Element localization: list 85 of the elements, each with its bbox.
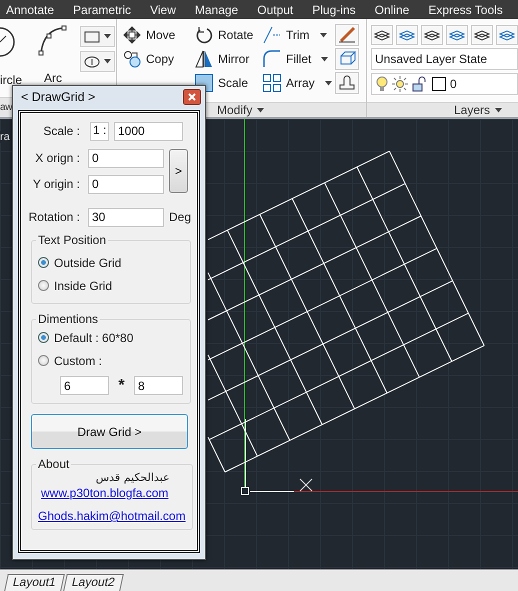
ribbon-tab[interactable]: Output xyxy=(257,2,294,16)
move-icon xyxy=(123,26,141,44)
input-field[interactable]: 6 xyxy=(60,376,109,395)
caret-icon[interactable] xyxy=(320,32,327,38)
input-field[interactable]: 0 xyxy=(88,148,164,168)
tool-button[interactable]: Mirror xyxy=(195,48,250,70)
layer-stack-icon[interactable] xyxy=(421,25,443,45)
radio-option[interactable]: Inside Grid xyxy=(38,274,184,297)
ribbon-tab[interactable]: Online xyxy=(374,2,410,16)
trim-icon xyxy=(263,26,281,44)
caret-icon[interactable] xyxy=(104,34,111,39)
tool-label[interactable]: ircle xyxy=(0,73,22,87)
x-mark-icon xyxy=(300,478,312,492)
input-field[interactable]: 30 xyxy=(88,208,164,226)
input-field[interactable]: 1000 xyxy=(114,122,183,140)
radio-button[interactable] xyxy=(38,280,49,291)
caret-icon[interactable] xyxy=(324,80,332,86)
caret-icon[interactable] xyxy=(257,108,264,112)
tool-button[interactable]: Copy xyxy=(123,48,174,70)
layer-stack-icon[interactable] xyxy=(371,25,393,45)
radio-button[interactable] xyxy=(38,257,49,268)
input-field[interactable]: 0 xyxy=(88,174,164,194)
ribbon-tab[interactable]: Express Tools xyxy=(428,2,503,16)
draw-grid-button[interactable]: Draw Grid > xyxy=(31,414,188,449)
field-label: Scale : xyxy=(42,124,80,138)
scale-prefix: 1 : xyxy=(90,122,109,140)
field-label: Rotation : xyxy=(28,210,80,224)
tool-label[interactable]: Arc xyxy=(44,71,62,85)
stamp-icon[interactable] xyxy=(335,72,359,94)
radio-option[interactable]: Outside Grid xyxy=(38,251,184,274)
ribbon-tab[interactable]: View xyxy=(150,2,176,16)
tool-button[interactable]: Move xyxy=(123,24,176,46)
fillet-icon xyxy=(263,50,281,68)
panel-title[interactable]: aw xyxy=(0,102,12,113)
radio-option[interactable]: Custom : xyxy=(38,349,184,372)
email-link[interactable]: Ghods.hakim@hotmail.com xyxy=(38,509,186,523)
tool-button[interactable]: Array xyxy=(263,72,332,94)
layout-tab[interactable]: Layout1 xyxy=(4,574,64,591)
ribbon-tab[interactable]: Manage xyxy=(194,2,238,16)
rectangle-button[interactable] xyxy=(80,26,115,47)
radio-button[interactable] xyxy=(38,332,49,343)
ribbon-tab[interactable]: Parametric xyxy=(73,2,132,16)
layer-stack-icon[interactable] xyxy=(471,25,493,45)
group-title: About xyxy=(37,457,70,471)
ellipse-button[interactable] xyxy=(80,51,115,72)
lightbulb-icon xyxy=(376,76,388,92)
unlocked-padlock-icon xyxy=(412,76,428,92)
array-icon xyxy=(263,74,281,92)
ribbon-tab[interactable]: Annotate xyxy=(6,2,54,16)
tool-button[interactable]: Rotate xyxy=(195,24,254,46)
caret-icon[interactable] xyxy=(104,59,111,64)
arc-icon[interactable] xyxy=(38,23,68,57)
unit-label: Deg xyxy=(169,210,192,224)
radio-button[interactable] xyxy=(38,355,49,366)
website-link[interactable]: www.p30ton.blogfa.com xyxy=(41,486,186,500)
author-name: عبدالحکیم قدس xyxy=(94,471,170,484)
eraser-icon[interactable] xyxy=(335,24,359,46)
layout-tab[interactable]: Layout2 xyxy=(62,574,124,591)
caret-icon[interactable] xyxy=(321,56,328,62)
group-title: Dimentions xyxy=(37,312,100,326)
ribbon-tab[interactable]: Plug-ins xyxy=(312,2,356,16)
group-title: Text Position xyxy=(37,233,108,247)
sun-icon xyxy=(392,76,408,92)
layer-dropdown[interactable]: 0 xyxy=(371,73,518,95)
explode-icon[interactable] xyxy=(335,48,359,70)
tool-button[interactable]: Fillet xyxy=(263,48,328,70)
tool-button[interactable]: Trim xyxy=(263,24,327,46)
copy-icon xyxy=(123,50,141,68)
field-label: X orign : xyxy=(34,151,80,165)
panel-title[interactable]: Modify xyxy=(217,103,252,117)
radio-option[interactable]: Default : 60*80 xyxy=(38,326,184,349)
mirror-icon xyxy=(195,50,213,68)
times-sign: * xyxy=(117,376,126,394)
rotate-icon xyxy=(195,26,213,44)
close-icon[interactable] xyxy=(183,89,201,105)
layer-state-dropdown[interactable]: Unsaved Layer State xyxy=(371,48,518,70)
field-label: Y origin : xyxy=(32,177,80,191)
input-field[interactable]: 8 xyxy=(134,376,183,395)
caret-icon[interactable] xyxy=(495,108,502,112)
ellipse-icon xyxy=(84,56,100,68)
window-title: < DrawGrid > xyxy=(21,90,96,104)
rectangle-icon xyxy=(84,30,100,42)
pick-point-button[interactable]: > xyxy=(169,149,188,193)
canvas-text: ra xyxy=(0,131,10,143)
color-swatch-icon xyxy=(432,77,446,91)
